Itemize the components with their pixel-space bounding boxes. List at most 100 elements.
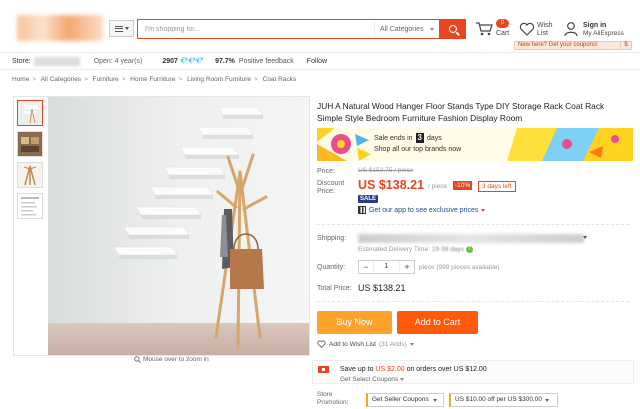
estimated-delivery: Estimated Delivery Time: 19-39 days ? xyxy=(358,246,473,253)
days-left-badge: 3 days left xyxy=(478,181,516,192)
discount-price: US $138.21 xyxy=(358,178,425,192)
wish-list-label: Wish List xyxy=(537,22,553,37)
thumbnail-list xyxy=(17,100,45,224)
chevron-down-icon xyxy=(432,398,437,402)
breadcrumb-living-room-furniture[interactable]: Living Room Furniture xyxy=(187,76,251,83)
delivery-label: Estimated Delivery Time: xyxy=(358,246,430,254)
sale-banner[interactable]: Sale ends in 3 days Shop all our top bra… xyxy=(317,128,633,161)
save-amount: US $2.00 xyxy=(375,366,405,373)
wish-list-text: Add to Wish List xyxy=(329,340,376,348)
quantity-input[interactable]: 1 xyxy=(373,261,400,273)
search-input[interactable] xyxy=(138,20,374,38)
buy-now-button[interactable]: Buy Now xyxy=(317,311,392,334)
chevron-down-icon xyxy=(481,208,486,212)
wish-list-count: (31 Adds) xyxy=(378,340,407,348)
zoom-hint: Mouse over to zoom in xyxy=(134,356,209,363)
breadcrumb-coat-racks[interactable]: Coat Racks xyxy=(263,76,297,83)
app-exclusive-prices-text: Get our app to see exclusive prices xyxy=(369,206,479,214)
zoom-hint-text: Mouse over to zoom in xyxy=(143,356,209,363)
store-open-duration: Open: 4 year(s) xyxy=(93,57,143,65)
seller-coupons-text: Get Seller Coupons xyxy=(372,396,429,403)
breadcrumb-all-categories[interactable]: All Categories xyxy=(41,76,81,83)
price-unit: / piece xyxy=(428,183,448,190)
save-condition: on orders over US $12.00 xyxy=(406,366,487,373)
category-menu-button[interactable] xyxy=(109,20,134,37)
add-to-wish-list-button[interactable]: Add to Wish List (31 Adds) xyxy=(317,340,414,348)
product-title: JUH A Natural Wood Hanger Floor Stands T… xyxy=(317,101,605,123)
breadcrumb-home-furniture[interactable]: Home Furniture xyxy=(130,76,175,83)
store-discount-offer[interactable]: US $10.00 off per US $300.00 xyxy=(449,393,558,407)
diamond-rank-icon: 💎💎💎 xyxy=(179,58,204,65)
price-label: Price: xyxy=(317,168,335,175)
cart-icon xyxy=(476,22,493,36)
main-product-image[interactable] xyxy=(48,97,309,355)
discount-badge: -10% xyxy=(453,181,473,190)
sale-tag: SALE xyxy=(358,195,379,203)
get-select-coupons-link[interactable]: Get Select Coupons xyxy=(340,376,405,383)
store-name[interactable] xyxy=(33,56,80,66)
search-category-label: All Categories xyxy=(380,25,424,33)
quantity-stepper: − 1 + xyxy=(358,260,415,274)
get-select-coupons-text: Get Select Coupons xyxy=(340,376,399,383)
save-prefix: Save up to xyxy=(340,366,374,373)
delivery-days: 19-39 days xyxy=(431,246,464,254)
account-menu[interactable]: Sign in My AliExpress xyxy=(563,19,637,41)
zoom-icon xyxy=(134,356,141,363)
follow-store-button[interactable]: Follow xyxy=(307,58,327,65)
sale-days-word: days xyxy=(426,134,442,142)
cart-label: Cart xyxy=(496,30,510,37)
original-price: US $152.75 / piece xyxy=(358,167,414,174)
add-to-cart-button[interactable]: Add to Cart xyxy=(397,311,478,334)
chevron-down-icon xyxy=(409,342,414,346)
user-icon xyxy=(564,22,578,37)
sign-in-link[interactable]: Sign in xyxy=(583,22,606,29)
chevron-down-icon xyxy=(429,27,434,31)
get-seller-coupons-button[interactable]: Get Seller Coupons xyxy=(366,393,444,407)
search-category-select[interactable]: All Categories xyxy=(374,20,439,38)
breadcrumb: Home > All Categories > Furniture > Home Fu… xyxy=(12,76,297,83)
sale-days-number: 3 xyxy=(415,133,424,143)
cart-count-badge: 0 xyxy=(496,19,509,28)
breadcrumb-home[interactable]: Home xyxy=(12,76,29,83)
select-coupon-offer: Save up to US $2.00 on orders over US $1… xyxy=(340,366,487,373)
shipping-method-select[interactable] xyxy=(358,234,584,243)
my-account-link[interactable]: My AliExpress xyxy=(583,30,624,37)
store-label: Store: xyxy=(12,57,31,65)
store-promotion-label: Store Promotion: xyxy=(317,391,349,406)
divider xyxy=(317,224,629,225)
heart-icon xyxy=(317,340,326,348)
quantity-label: Quantity: xyxy=(317,264,346,271)
store-info-bar: Store: Open: 4 year(s) 2907 💎💎💎 97.7% Po… xyxy=(0,52,640,70)
hamburger-icon xyxy=(114,25,123,32)
app-exclusive-prices-link[interactable]: Get our app to see exclusive prices xyxy=(358,206,486,214)
new-user-coupon-tip[interactable]: New here? Get your coupons! xyxy=(514,41,626,50)
search-button[interactable] xyxy=(440,19,466,39)
sale-countdown: Sale ends in 3 days xyxy=(374,133,442,143)
store-feedback-score[interactable]: 2907 xyxy=(162,58,178,65)
chevron-down-icon xyxy=(544,398,549,402)
total-price-label: Total Price: xyxy=(317,285,352,292)
thumbnail-3[interactable] xyxy=(17,162,43,188)
site-logo[interactable] xyxy=(17,15,103,41)
total-price: US $138.21 xyxy=(358,283,406,293)
positive-feedback-label: Positive feedback xyxy=(238,57,294,65)
discount-price-label: Discount Price: xyxy=(317,180,345,195)
breadcrumb-furniture[interactable]: Furniture xyxy=(93,76,119,83)
quantity-decrease-button[interactable]: − xyxy=(359,261,373,273)
coupon-dollar-badge[interactable]: $ xyxy=(620,41,632,50)
thumbnail-2[interactable] xyxy=(17,131,43,157)
thumbnail-4[interactable] xyxy=(17,193,43,219)
thumbnail-1[interactable] xyxy=(17,100,43,126)
flag-icon xyxy=(318,366,329,373)
sale-shop-all-link[interactable]: Shop all our top brands now xyxy=(374,146,461,153)
qr-code-icon xyxy=(358,206,366,214)
cart-link[interactable]: 0 Cart xyxy=(475,19,515,41)
site-header: All Categories 0 Cart Wish List Sign in … xyxy=(0,0,640,52)
quantity-available-note: piece (999 pieces available) xyxy=(419,264,500,271)
quantity-increase-button[interactable]: + xyxy=(400,261,414,273)
shipping-label: Shipping: xyxy=(317,235,347,242)
help-icon[interactable]: ? xyxy=(465,246,473,253)
heart-icon xyxy=(519,22,535,36)
store-discount-text: US $10.00 off per US $300.00 xyxy=(455,396,542,403)
wish-list-link[interactable]: Wish List xyxy=(519,19,559,41)
